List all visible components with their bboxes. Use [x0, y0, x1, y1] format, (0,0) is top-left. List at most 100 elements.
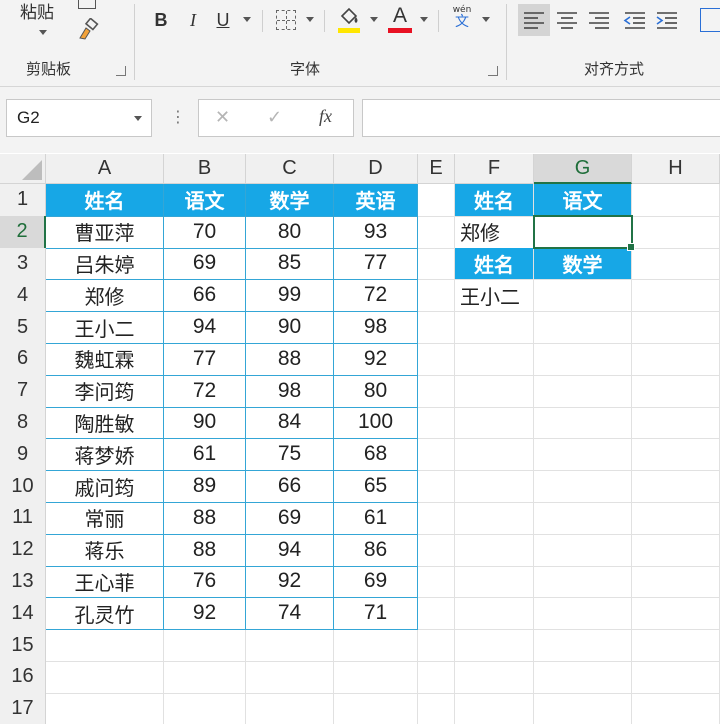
table-header-cell[interactable]: 数学 — [246, 184, 334, 217]
table-cell[interactable]: 88 — [164, 502, 246, 535]
row-header-12[interactable]: 12 — [0, 533, 46, 567]
cell[interactable] — [455, 565, 534, 599]
cell[interactable] — [632, 470, 720, 503]
table-cell[interactable]: 68 — [334, 438, 418, 472]
wrap-text-button[interactable] — [700, 8, 720, 32]
align-right-button[interactable] — [584, 4, 614, 36]
cell[interactable] — [632, 597, 720, 631]
table-cell[interactable]: 74 — [246, 597, 334, 631]
increase-indent-button[interactable] — [652, 4, 682, 36]
lookup-header-name[interactable]: 姓名 — [455, 184, 534, 217]
table-cell[interactable]: 88 — [246, 343, 334, 376]
italic-button[interactable]: I — [182, 6, 204, 34]
table-cell[interactable]: 魏虹霖 — [46, 343, 164, 376]
table-cell[interactable]: 61 — [164, 438, 246, 472]
table-cell[interactable]: 99 — [246, 279, 334, 313]
cell[interactable] — [455, 629, 534, 662]
font-color-dropdown-icon[interactable] — [420, 17, 428, 22]
table-cell[interactable]: 69 — [334, 565, 418, 599]
cell[interactable] — [455, 438, 534, 472]
cell[interactable] — [418, 374, 455, 408]
cell[interactable] — [418, 597, 455, 631]
table-header-cell[interactable]: 姓名 — [46, 184, 164, 217]
table-cell[interactable]: 69 — [246, 502, 334, 535]
cell[interactable] — [534, 533, 632, 567]
table-cell[interactable]: 84 — [246, 406, 334, 440]
cell[interactable] — [534, 565, 632, 599]
cell[interactable] — [418, 692, 455, 724]
cell[interactable] — [418, 661, 455, 694]
row-header-8[interactable]: 8 — [0, 406, 46, 440]
table-cell[interactable]: 77 — [164, 343, 246, 376]
row-header-1[interactable]: 1 — [0, 184, 46, 217]
align-center-button[interactable] — [552, 4, 582, 36]
column-header-c[interactable]: C — [246, 154, 334, 184]
cell[interactable] — [418, 311, 455, 344]
column-header-d[interactable]: D — [334, 154, 418, 184]
cell[interactable] — [418, 470, 455, 503]
table-cell[interactable]: 曹亚萍 — [46, 215, 164, 249]
cell[interactable] — [632, 533, 720, 567]
cell[interactable] — [455, 311, 534, 344]
row-header-14[interactable]: 14 — [0, 597, 46, 631]
cell[interactable] — [455, 343, 534, 376]
table-cell[interactable]: 李问筠 — [46, 374, 164, 408]
table-cell[interactable]: 71 — [334, 597, 418, 631]
cell[interactable] — [632, 184, 720, 217]
row-header-17[interactable]: 17 — [0, 692, 46, 724]
cell[interactable] — [632, 661, 720, 694]
cell[interactable] — [632, 215, 720, 249]
table-header-cell[interactable]: 英语 — [334, 184, 418, 217]
cell[interactable] — [334, 629, 418, 662]
table-cell[interactable]: 郑修 — [46, 279, 164, 313]
lookup-header-name[interactable]: 姓名 — [455, 247, 534, 281]
cell[interactable] — [534, 343, 632, 376]
bold-button[interactable]: B — [150, 6, 172, 34]
phonetic-guide-button[interactable]: wén 文 — [450, 6, 474, 36]
cell[interactable] — [632, 343, 720, 376]
table-cell[interactable]: 王小二 — [46, 311, 164, 344]
fill-color-icon[interactable] — [336, 6, 362, 34]
cell[interactable] — [534, 597, 632, 631]
table-header-cell[interactable]: 语文 — [164, 184, 246, 217]
cell[interactable] — [46, 692, 164, 724]
cell[interactable] — [246, 629, 334, 662]
lookup-header-subject[interactable]: 数学 — [534, 247, 632, 281]
cell[interactable] — [534, 692, 632, 724]
name-box-dropdown-icon[interactable] — [134, 116, 142, 121]
worksheet-grid[interactable]: A B C D E F G H 1 2 3 4 5 6 7 8 9 10 11 12 13 14 15 16 17 姓名 语文 数学英… — [0, 154, 720, 724]
cell[interactable] — [334, 692, 418, 724]
cell[interactable] — [632, 247, 720, 281]
table-cell[interactable]: 80 — [246, 215, 334, 249]
cell[interactable] — [334, 661, 418, 694]
cell[interactable] — [418, 565, 455, 599]
table-cell[interactable]: 80 — [334, 374, 418, 408]
cell[interactable] — [246, 661, 334, 694]
row-header-5[interactable]: 5 — [0, 311, 46, 344]
cell[interactable] — [418, 343, 455, 376]
cancel-icon[interactable]: ✕ — [215, 107, 230, 128]
row-header-16[interactable]: 16 — [0, 661, 46, 694]
table-cell[interactable]: 75 — [246, 438, 334, 472]
table-cell[interactable]: 90 — [164, 406, 246, 440]
table-cell[interactable]: 吕朱婷 — [46, 247, 164, 281]
lookup-header-subject[interactable]: 语文 — [534, 184, 632, 217]
table-cell[interactable]: 94 — [164, 311, 246, 344]
table-cell[interactable]: 77 — [334, 247, 418, 281]
cell[interactable] — [164, 661, 246, 694]
row-header-15[interactable]: 15 — [0, 629, 46, 662]
table-cell[interactable]: 90 — [246, 311, 334, 344]
cell[interactable] — [455, 597, 534, 631]
lookup-name-cell[interactable]: 王小二 — [455, 279, 534, 313]
table-cell[interactable]: 72 — [334, 279, 418, 313]
row-header-7[interactable]: 7 — [0, 374, 46, 408]
cell[interactable] — [246, 692, 334, 724]
underline-dropdown-icon[interactable] — [243, 17, 251, 22]
copy-icon[interactable] — [78, 0, 96, 9]
cell[interactable] — [534, 406, 632, 440]
cell[interactable] — [418, 438, 455, 472]
decrease-indent-button[interactable] — [620, 4, 650, 36]
cell[interactable] — [164, 692, 246, 724]
column-header-a[interactable]: A — [46, 154, 164, 184]
table-cell[interactable]: 92 — [246, 565, 334, 599]
